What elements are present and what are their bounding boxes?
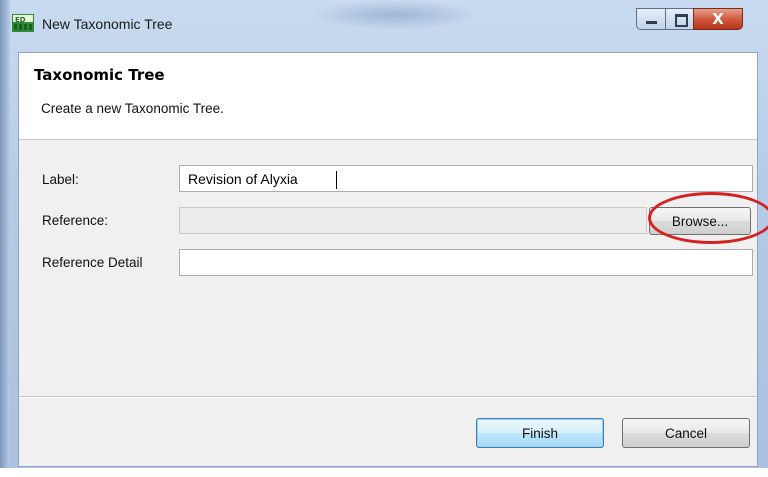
reference-field-label: Reference: [42,213,109,228]
reference-input [179,207,647,234]
svg-text:ED: ED [15,16,26,24]
close-button[interactable]: X [693,8,743,30]
bottom-edge [0,468,768,477]
maximize-button[interactable] [665,8,694,30]
page-description: Create a new Taxonomic Tree. [41,101,224,116]
dialog-client-area: Taxonomic Tree Create a new Taxonomic Tr… [18,52,758,467]
red-circle-annotation [648,192,768,244]
reference-detail-label: Reference Detail [42,255,143,270]
footer-divider-highlight [19,397,757,398]
app-icon: ED [12,14,34,32]
minimize-icon [646,21,657,24]
cancel-button[interactable]: Cancel [622,418,750,448]
maximize-icon [675,14,688,27]
window-frame-edge [0,0,10,477]
finish-button[interactable]: Finish [476,418,604,448]
text-caret [336,171,337,189]
label-input[interactable] [179,165,753,192]
reference-detail-input[interactable] [179,249,753,276]
minimize-button[interactable] [636,8,666,30]
close-icon: X [712,10,724,28]
title-bar[interactable]: ED New Taxonomic Tree X [10,6,758,40]
page-title: Taxonomic Tree [34,66,165,84]
label-field-label: Label: [42,172,79,187]
wizard-banner: Taxonomic Tree Create a new Taxonomic Tr… [19,53,757,140]
window-title: New Taxonomic Tree [42,16,173,32]
